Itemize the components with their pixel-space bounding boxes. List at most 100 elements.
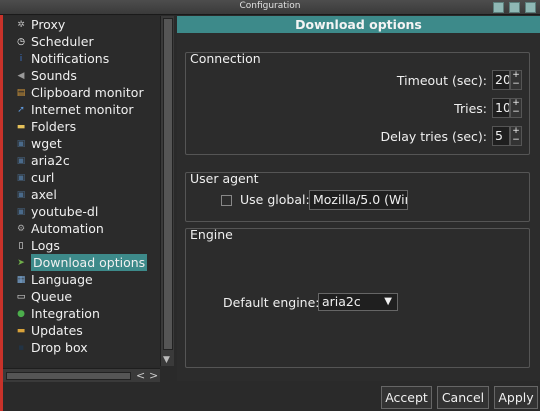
scrollbar-thumb[interactable] [6,372,131,380]
user-agent-field[interactable]: Mozilla/5.0 (Windows [309,190,408,210]
info-icon: i [19,53,23,64]
chevron-left-icon[interactable]: < [136,369,145,382]
timeout-spinbox[interactable]: 20 + − [492,70,522,90]
sidebar-item-label: Integration [31,306,100,321]
globe-icon: ➚ [17,104,25,115]
connection-group: Connection Timeout (sec): 20 + − Tries: 1… [185,51,530,155]
timeout-label: Timeout (sec): [396,73,487,88]
sidebar-item-drop-box[interactable]: ▪ Drop box [3,339,160,356]
page-title: Download options [177,16,540,33]
updates-icon: ▬ [16,325,26,336]
apply-button[interactable]: Apply [494,386,538,409]
sidebar-item-logs[interactable]: ▯ Logs [3,237,160,254]
engine-group-title: Engine [190,227,233,242]
sidebar-item-notifications[interactable]: i Notifications [3,50,160,67]
scheduler-icon: ◷ [17,36,25,47]
delay-stepper[interactable]: + − [510,126,522,146]
sidebar-item-label: Download options [31,254,148,271]
sidebar-item-label: youtube-dl [31,204,99,219]
sidebar-item-label: Drop box [31,340,88,355]
sidebar-item-axel[interactable]: ▣ axel [3,186,160,203]
document-icon: ▯ [18,240,24,251]
cancel-button[interactable]: Cancel [437,386,489,409]
sidebar-vertical-scrollbar[interactable]: ▼ [160,16,174,366]
clipboard-icon: ▤ [16,87,26,98]
scrollbar-thumb[interactable] [163,18,173,350]
sidebar-item-sounds[interactable]: ◀ Sounds [3,67,160,84]
speaker-icon: ◀ [17,70,25,81]
sidebar-item-integration[interactable]: ● Integration [3,305,160,322]
download-icon: ➤ [17,257,25,268]
queue-icon: ▭ [16,291,26,302]
sidebar-item-label: axel [31,187,57,202]
sidebar-item-updates[interactable]: ▬ Updates [3,322,160,339]
tries-stepper[interactable]: + − [510,98,522,118]
accept-button[interactable]: Accept [381,386,432,409]
minimize-button[interactable] [493,2,504,13]
sidebar-item-wget[interactable]: ▣ wget [3,135,160,152]
sidebar-item-label: aria2c [31,153,70,168]
terminal-icon: ▣ [16,138,26,149]
folder-icon: ▬ [16,121,26,132]
sidebar-item-label: Queue [31,289,73,304]
default-engine-select[interactable]: aria2c ▼ [318,293,398,311]
timeout-value[interactable]: 20 [492,70,510,90]
connection-group-title: Connection [190,51,261,66]
terminal-icon: ▣ [16,155,26,166]
sidebar-item-label: Scheduler [31,34,94,49]
delay-spinbox[interactable]: 5 + − [492,126,522,146]
sidebar-item-label: wget [31,136,62,151]
dropbox-icon: ▪ [17,342,25,353]
sidebar-item-label: curl [31,170,55,185]
sidebar-horizontal-scrollbar[interactable]: < > [3,368,160,382]
window-titlebar: Configuration [0,0,540,15]
sidebar-item-label: Clipboard monitor [31,85,144,100]
sidebar-item-curl[interactable]: ▣ curl [3,169,160,186]
sidebar-item-scheduler[interactable]: ◷ Scheduler [3,33,160,50]
sidebar-item-label: Sounds [31,68,77,83]
sidebar-item-label: Folders [31,119,77,134]
delay-value[interactable]: 5 [492,126,510,146]
sidebar-item-clipboard-monitor[interactable]: ▤ Clipboard monitor [3,84,160,101]
delay-label: Delay tries (sec): [380,129,487,144]
default-engine-label: Default engine: [223,295,320,310]
sidebar-item-label: Proxy [31,17,66,32]
language-icon: ▦ [16,274,26,285]
sidebar-item-aria2c[interactable]: ▣ aria2c [3,152,160,169]
sidebar-item-label: Logs [31,238,60,253]
tries-spinbox[interactable]: 10 + − [492,98,522,118]
sidebar-item-label: Automation [31,221,104,236]
window-title: Configuration [239,1,301,11]
engine-group: Engine Default engine: aria2c ▼ [185,227,530,368]
chevron-down-icon: ▼ [384,296,392,307]
terminal-icon: ▣ [16,172,26,183]
tries-label: Tries: [454,101,487,116]
automation-icon: ⚙ [16,223,26,234]
tries-value[interactable]: 10 [492,98,510,118]
sidebar-item-label: Notifications [31,51,110,66]
chevron-right-icon[interactable]: > [149,369,158,382]
sidebar-item-internet-monitor[interactable]: ➚ Internet monitor [3,101,160,118]
sidebar-item-language[interactable]: ▦ Language [3,271,160,288]
chevron-down-icon[interactable]: ▼ [163,355,170,365]
maximize-button[interactable] [509,2,520,13]
sidebar-item-label: Internet monitor [31,102,134,117]
user-agent-group-title: User agent [190,171,259,186]
sidebar-item-proxy[interactable]: ✲ Proxy [3,16,160,33]
sidebar-item-download-options[interactable]: ➤ Download options [3,254,160,271]
sidebar-item-automation[interactable]: ⚙ Automation [3,220,160,237]
sidebar-item-youtube-dl[interactable]: ▣ youtube-dl [3,203,160,220]
terminal-icon: ▣ [16,189,26,200]
timeout-stepper[interactable]: + − [510,70,522,90]
close-button[interactable] [525,2,536,13]
sidebar-item-label: Language [31,272,93,287]
user-agent-group: User agent Use global: Mozilla/5.0 (Wind… [185,171,530,222]
sidebar-item-queue[interactable]: ▭ Queue [3,288,160,305]
sidebar-item-label: Updates [31,323,83,338]
terminal-icon: ▣ [16,206,26,217]
sidebar-item-folders[interactable]: ▬ Folders [3,118,160,135]
use-global-checkbox[interactable] [221,195,232,206]
integration-icon: ● [17,308,25,319]
default-engine-value: aria2c [322,294,361,309]
use-global-label: Use global: [240,192,310,207]
